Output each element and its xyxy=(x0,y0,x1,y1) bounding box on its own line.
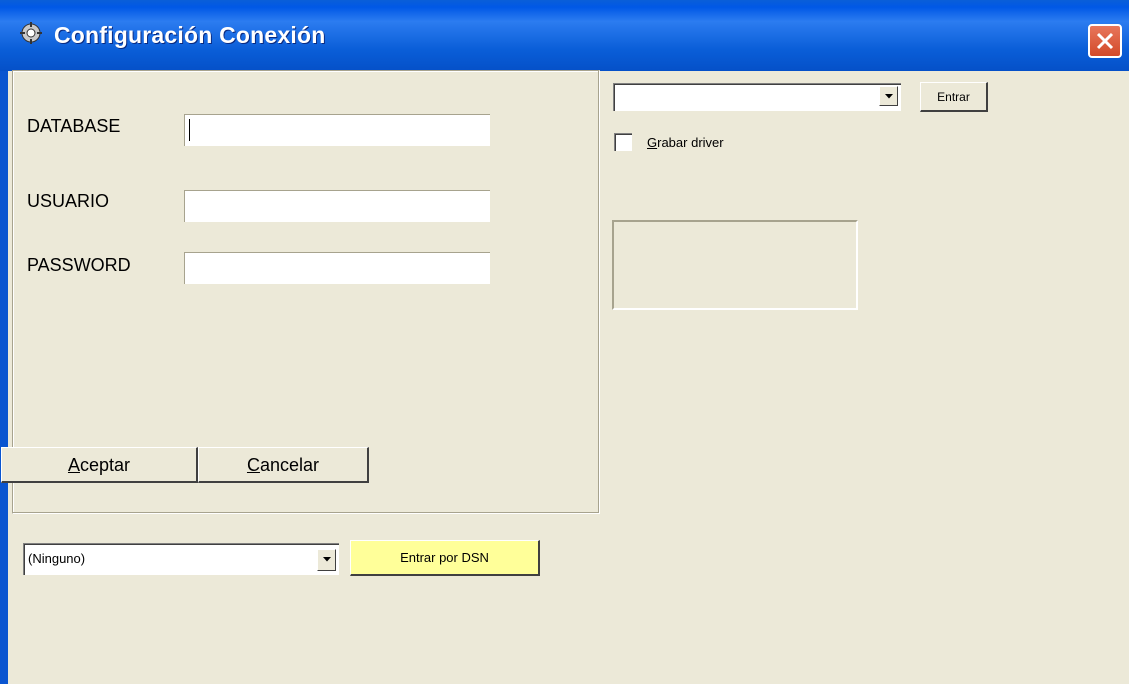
driver-dropdown-button[interactable] xyxy=(879,86,898,106)
driver-combobox[interactable] xyxy=(612,82,902,112)
credentials-groupbox: DATABASE USUARIO PASSWORD Aceptar Cancel… xyxy=(1,70,600,514)
connection-config-window: Configuración Conexión DATABASE USUARIO … xyxy=(0,0,1129,684)
text-caret xyxy=(189,119,190,141)
cancelar-mnemonic: C xyxy=(246,455,260,475)
dsn-combo-value: (Ninguno) xyxy=(28,551,86,566)
aceptar-label: ceptar xyxy=(79,455,131,475)
entrar-button[interactable]: Entrar xyxy=(920,82,988,112)
window-left-border xyxy=(0,71,8,684)
gear-icon xyxy=(20,22,42,44)
info-frame xyxy=(612,220,858,310)
aceptar-button[interactable]: Aceptar xyxy=(1,447,198,483)
password-label: PASSWORD xyxy=(27,255,131,275)
entrar-por-dsn-label: Entrar por DSN xyxy=(400,550,489,565)
grabar-driver-checkbox[interactable] xyxy=(614,133,632,151)
database-label: DATABASE xyxy=(27,116,121,136)
dsn-combobox[interactable]: (Ninguno) xyxy=(22,542,340,576)
aceptar-mnemonic: A xyxy=(67,455,80,475)
close-button[interactable] xyxy=(1088,24,1122,58)
grabar-driver-label[interactable]: Grabar driver xyxy=(647,135,724,150)
entrar-por-dsn-button[interactable]: Entrar por DSN xyxy=(350,540,540,576)
cancelar-button[interactable]: Cancelar xyxy=(198,447,369,483)
grabar-mnemonic: G xyxy=(647,135,658,150)
chevron-down-icon xyxy=(323,557,331,562)
chevron-down-icon xyxy=(885,94,893,99)
close-icon xyxy=(1096,32,1114,50)
grabar-label-text: rabar driver xyxy=(657,135,724,150)
usuario-input[interactable] xyxy=(183,189,491,223)
dsn-dropdown-button[interactable] xyxy=(317,549,336,571)
database-input[interactable] xyxy=(183,113,491,147)
password-input[interactable] xyxy=(183,251,491,285)
title-bar[interactable]: Configuración Conexión xyxy=(0,0,1129,71)
entrar-label: Entrar xyxy=(937,90,970,104)
window-title: Configuración Conexión xyxy=(54,22,326,48)
cancelar-label: ancelar xyxy=(259,455,320,475)
usuario-label: USUARIO xyxy=(27,191,110,211)
